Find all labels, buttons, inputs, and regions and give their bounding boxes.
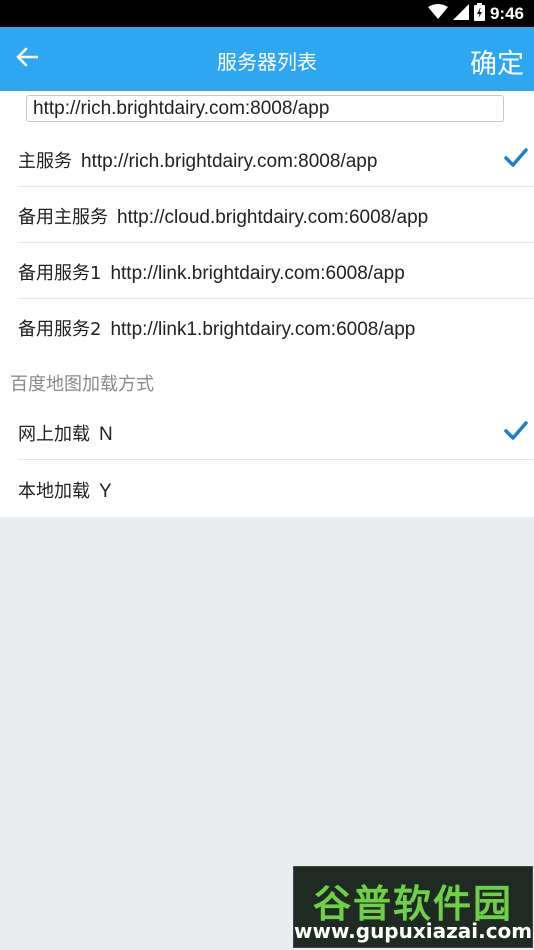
checkmark-icon — [503, 146, 529, 170]
server-name: 主服务 — [18, 151, 72, 172]
app-bar: 服务器列表 确定 — [0, 27, 534, 91]
server-list-panel: 主服务http://rich.brightdairy.com:8008/app … — [0, 91, 534, 517]
checkmark-icon — [503, 419, 529, 443]
battery-icon — [473, 2, 485, 25]
server-name: 备用服务2 — [18, 319, 102, 340]
map-option-value: N — [99, 424, 113, 445]
server-url: http://rich.brightdairy.com:8008/app — [81, 151, 378, 172]
wifi-icon — [427, 3, 448, 24]
confirm-button[interactable]: 确定 — [470, 42, 524, 81]
watermark-url: www.gupuxiazai.com — [294, 919, 533, 943]
server-name: 备用主服务 — [18, 207, 108, 228]
server-row-backup-2[interactable]: 备用服务2 http://link1.brightdairy.com:6008/a… — [18, 299, 534, 355]
map-option-value: Y — [99, 481, 112, 502]
map-option-local[interactable]: 本地加载 Y — [18, 461, 534, 517]
map-option-online[interactable]: 网上加载 N — [18, 404, 534, 460]
server-row-main[interactable]: 主服务 http://rich.brightdairy.com:8008/app — [18, 131, 534, 187]
map-section-header: 百度地图加载方式 — [10, 374, 154, 395]
status-icons: 9:46 — [427, 2, 524, 25]
map-option-label: 网上加载 — [18, 424, 90, 445]
status-bar: 9:46 — [0, 0, 534, 27]
server-url: http://link.brightdairy.com:6008/app — [110, 263, 405, 284]
page-title: 服务器列表 — [217, 50, 317, 74]
map-option-label: 本地加载 — [18, 481, 90, 502]
watermark-logo: 谷普软件园 www.gupuxiazai.com — [293, 866, 533, 948]
server-url-input[interactable] — [26, 95, 504, 122]
status-time: 9:46 — [489, 3, 524, 23]
server-row-backup-main[interactable]: 备用主服务 http://cloud.brightdairy.com:6008/a… — [18, 187, 534, 243]
signal-icon — [452, 3, 469, 24]
server-url: http://cloud.brightdairy.com:6008/app — [117, 207, 429, 228]
server-name: 备用服务1 — [18, 263, 102, 284]
server-row-backup-1[interactable]: 备用服务1 http://link.brightdairy.com:6008/ap… — [18, 243, 534, 299]
server-url: http://link1.brightdairy.com:6008/app — [110, 319, 416, 340]
